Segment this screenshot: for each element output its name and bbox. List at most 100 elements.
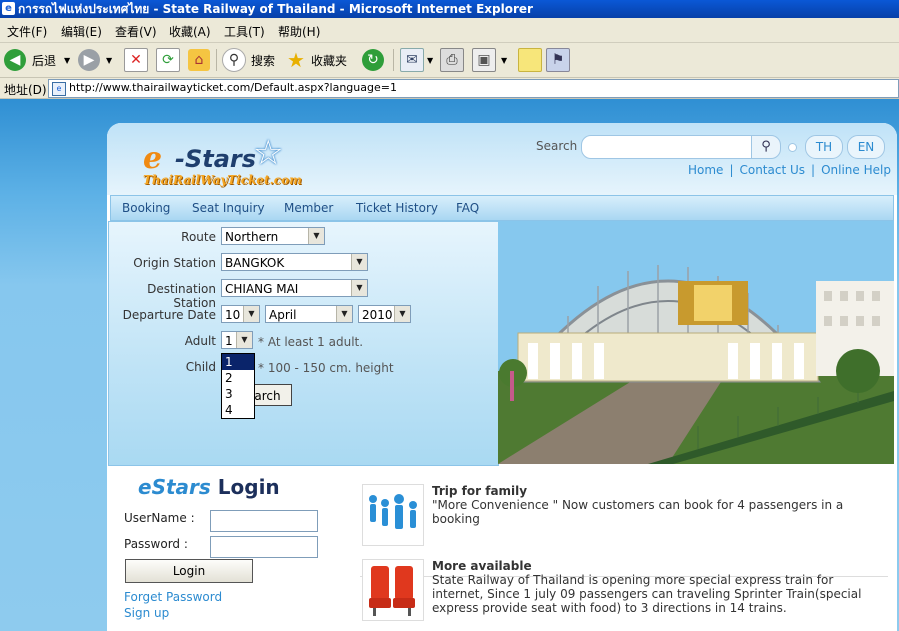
link-separator: | (811, 163, 816, 177)
site-search-button[interactable]: ⚲ (751, 135, 781, 159)
window-titlebar: e การรถไฟแห่งประเทศไทย - State Railway o… (0, 0, 899, 18)
nav-seat-inquiry[interactable]: Seat Inquiry (192, 201, 265, 215)
chevron-down-icon: ▼ (308, 228, 324, 244)
menu-favorites[interactable]: 收藏(A) (169, 23, 211, 40)
month-value: April (269, 308, 297, 322)
month-select[interactable]: April ▼ (265, 305, 353, 323)
login-title-text: Login (217, 475, 280, 499)
lang-th-button[interactable]: TH (805, 135, 843, 159)
search-toolbar-button[interactable]: ⚲ 搜索 (222, 47, 275, 73)
adult-label: Adult (184, 334, 216, 348)
adult-option[interactable]: 2 (222, 370, 254, 386)
toolbar-divider (216, 49, 217, 71)
note-icon (518, 48, 542, 72)
help-link[interactable]: Online Help (821, 163, 891, 177)
note-button[interactable] (518, 47, 542, 73)
messenger-button[interactable]: ⚑ (546, 47, 570, 73)
forward-button[interactable]: ▶ ▼ (78, 47, 112, 73)
origin-value: BANGKOK (225, 256, 285, 270)
magnifier-icon: ⚲ (761, 139, 771, 154)
logo-subtitle: ThaiRailWayTicket.com (143, 173, 302, 187)
adult-select[interactable]: 1 ▼ (221, 331, 253, 349)
forward-arrow-icon: ▶ (78, 49, 100, 71)
print-button[interactable]: ⎙ (440, 47, 464, 73)
destination-label: Destination Station (147, 282, 216, 310)
adult-value: 1 (225, 334, 233, 348)
lang-en-button[interactable]: EN (847, 135, 885, 159)
site-search-label: Search (536, 139, 578, 153)
nav-ticket-history[interactable]: Ticket History (356, 201, 438, 215)
family-thumbnail (362, 484, 424, 546)
child-hint: * 100 - 150 cm. height (258, 361, 394, 375)
year-select[interactable]: 2010 ▼ (358, 305, 411, 323)
main-nav: Booking Seat Inquiry Member Ticket Histo… (110, 195, 894, 221)
chevron-down-icon: ▼ (243, 306, 259, 322)
booking-form: Route Northern ▼ Origin Station BANGKOK … (108, 221, 499, 466)
login-title-brand: eStars (138, 475, 211, 499)
adult-option[interactable]: 4 (222, 402, 254, 418)
logo-stars: -Stars (175, 145, 257, 173)
login-title: eStars Login (138, 475, 280, 499)
printer-icon: ⎙ (440, 48, 464, 72)
ie-icon: e (2, 2, 15, 15)
adult-option[interactable]: 1 (222, 354, 254, 370)
site-search-input[interactable] (581, 135, 757, 159)
chevron-down-icon: ▼ (351, 254, 367, 270)
chevron-down-icon: ▼ (501, 55, 508, 65)
password-input[interactable] (210, 536, 318, 558)
chevron-down-icon: ▼ (351, 280, 367, 296)
login-button[interactable]: Login (125, 559, 253, 583)
username-label: UserName : (124, 511, 195, 525)
menu-help[interactable]: 帮助(H) (278, 23, 320, 40)
child-label: Child (185, 360, 216, 374)
username-input[interactable] (210, 510, 318, 532)
route-select[interactable]: Northern ▼ (221, 227, 325, 245)
adult-hint: * At least 1 adult. (258, 335, 364, 349)
history-button[interactable]: ↻ (362, 47, 384, 73)
top-links: Home | Contact Us | Online Help (688, 163, 891, 177)
link-separator: | (729, 163, 734, 177)
route-label: Route (181, 230, 216, 244)
nav-member[interactable]: Member (284, 201, 333, 215)
address-bar: 地址(D) e http://www.thairailwayticket.com… (0, 78, 899, 99)
news-title: More available (432, 559, 532, 573)
mail-button[interactable]: ✉ ▼ (400, 47, 433, 73)
destination-select[interactable]: CHIANG MAI ▼ (221, 279, 368, 297)
year-value: 2010 (362, 308, 393, 322)
signup-link[interactable]: Sign up (124, 606, 169, 620)
menu-bar: 文件(F) 编辑(E) 查看(V) 收藏(A) 工具(T) 帮助(H) (0, 18, 899, 43)
page-icon: e (52, 82, 66, 96)
menu-tools[interactable]: 工具(T) (224, 23, 265, 40)
toolbar-divider (393, 49, 394, 71)
train-seat-icon (369, 566, 415, 616)
day-select[interactable]: 10 ▼ (221, 305, 260, 323)
adult-option[interactable]: 3 (222, 386, 254, 402)
news-title: Trip for family (432, 484, 528, 498)
history-icon: ↻ (362, 49, 384, 71)
web-page: e -Stars ☆ ThaiRailWayTicket.com Search … (0, 99, 899, 631)
contact-link[interactable]: Contact Us (739, 163, 805, 177)
home-button[interactable]: ⌂ (188, 47, 210, 73)
stop-icon: ✕ (124, 48, 148, 72)
favorites-button[interactable]: ★ 收藏夹 (285, 47, 347, 73)
forget-password-link[interactable]: Forget Password (124, 590, 222, 604)
origin-select[interactable]: BANGKOK ▼ (221, 253, 368, 271)
refresh-button[interactable]: ⟳ (156, 47, 180, 73)
nav-booking[interactable]: Booking (122, 201, 170, 215)
news-description: "More Convenience " Now customers can bo… (432, 498, 844, 526)
edit-button[interactable]: ▣ ▼ (472, 47, 507, 73)
menu-view[interactable]: 查看(V) (115, 23, 157, 40)
route-value: Northern (225, 230, 279, 244)
address-input[interactable]: e http://www.thairailwayticket.com/Defau… (48, 79, 899, 98)
stop-button[interactable]: ✕ (124, 47, 148, 73)
logo-star-icon: ☆ (253, 133, 284, 173)
station-photo (498, 221, 894, 464)
home-link[interactable]: Home (688, 163, 723, 177)
nav-faq[interactable]: FAQ (456, 201, 479, 215)
menu-file[interactable]: 文件(F) (7, 23, 47, 40)
seat-thumbnail (362, 559, 424, 621)
menu-edit[interactable]: 编辑(E) (61, 23, 102, 40)
document-icon: ▣ (472, 48, 496, 72)
messenger-icon: ⚑ (546, 48, 570, 72)
back-button[interactable]: ◀ 后退 ▼ (4, 47, 70, 73)
